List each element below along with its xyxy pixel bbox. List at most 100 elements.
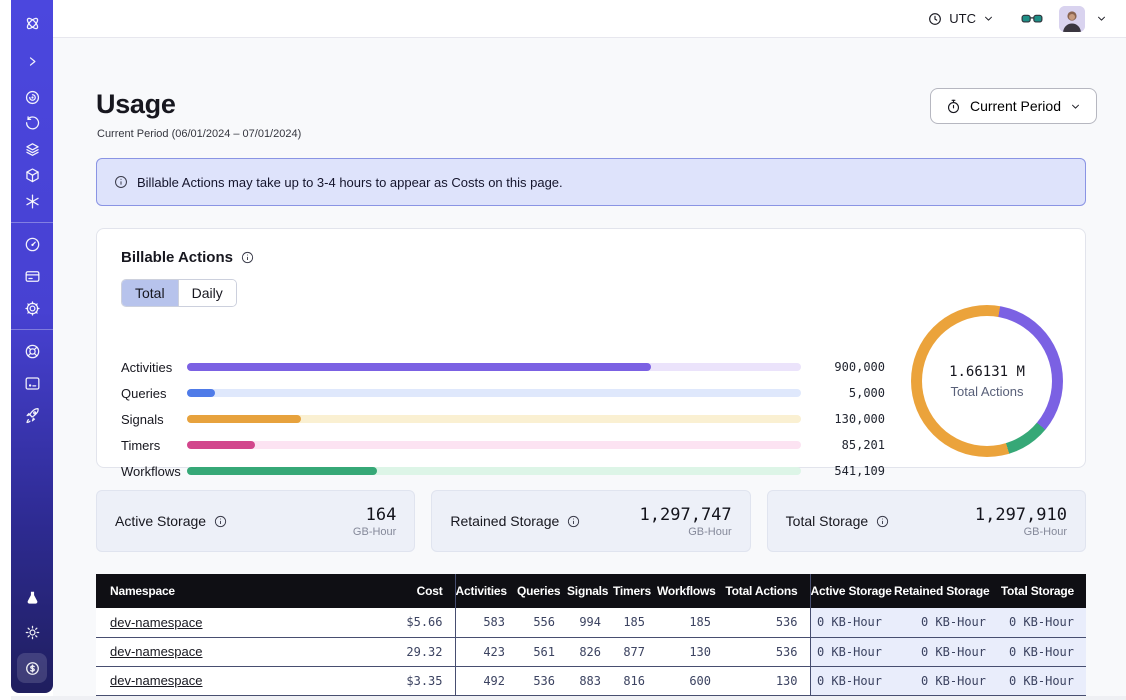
storage-card-active-storage: Active Storage164GB-Hour — [96, 490, 415, 552]
table-cell: 492 — [455, 666, 517, 695]
billable-bar-chart: Activities900,000 Queries 5,000 Signals 130,… — [121, 359, 885, 489]
table-cell: 883 — [567, 666, 613, 695]
bar-fill — [187, 415, 301, 423]
goggles-icon[interactable] — [1021, 11, 1043, 27]
docs-terminal-icon[interactable] — [11, 370, 53, 396]
table-row: dev-namespace29.324235618268771305360 KB… — [96, 637, 1086, 666]
tab-total[interactable]: Total — [122, 280, 179, 306]
tab-daily[interactable]: Daily — [179, 280, 236, 306]
namespaces-swirl-icon[interactable] — [11, 84, 53, 110]
column-header-timers: Timers — [613, 574, 657, 608]
column-header-retained-storage: Retained Storage — [894, 574, 998, 608]
table-row: dev-namespace$3.354925368838166001300 KB… — [96, 666, 1086, 695]
layers-icon[interactable] — [11, 136, 53, 162]
bar-value: 900,000 — [801, 360, 885, 374]
table-cell: 583 — [455, 608, 517, 637]
table-cell: 877 — [613, 637, 657, 666]
pricing-coin-icon[interactable] — [17, 653, 47, 683]
account-menu-chevron-icon[interactable] — [1095, 12, 1108, 25]
table-cell: 185 — [657, 608, 723, 637]
table-cell: 0 KB-Hour — [810, 637, 894, 666]
bar-row-queries: Queries 5,000 — [121, 385, 885, 401]
table-cell: 536 — [723, 637, 810, 666]
table-cell: 0 KB-Hour — [998, 666, 1086, 695]
namespace-link[interactable]: dev-namespace — [110, 644, 203, 659]
donut-total-value: 1.66131 M — [949, 364, 1025, 380]
bar-fill — [187, 363, 651, 371]
table-cell: 600 — [657, 666, 723, 695]
bar-track — [187, 389, 801, 397]
collapse-chevron-icon[interactable] — [11, 48, 53, 74]
table-cell: $3.35 — [366, 666, 455, 695]
table-cell: 994 — [567, 608, 613, 637]
banner-text: Billable Actions may take up to 3-4 hour… — [137, 175, 563, 190]
storage-card-value: 1,297,747 — [640, 505, 732, 525]
table-cell: 536 — [517, 666, 567, 695]
info-icon[interactable] — [240, 250, 255, 265]
table-cell: 185 — [613, 608, 657, 637]
storage-card-label: Total Storage — [786, 513, 869, 529]
sidebar-divider — [11, 329, 53, 330]
table-body: dev-namespace$5.665835569941851855360 KB… — [96, 608, 1086, 695]
namespace-link[interactable]: dev-namespace — [110, 615, 203, 630]
bar-row-activities: Activities900,000 — [121, 359, 885, 375]
history-clock-icon[interactable] — [11, 110, 53, 136]
usage-page: UTC Usage Current Period (06/01/2024 – 0… — [0, 0, 1126, 700]
table-cell: 0 KB-Hour — [810, 666, 894, 695]
column-header-signals: Signals — [567, 574, 613, 608]
table-cell: 0 KB-Hour — [894, 608, 998, 637]
bar-label: Queries — [121, 386, 187, 401]
bar-fill — [187, 441, 255, 449]
bar-row-signals: Signals 130,000 — [121, 411, 885, 427]
storage-card-retained-storage: Retained Storage1,297,747GB-Hour — [431, 490, 750, 552]
storage-card-label: Active Storage — [115, 513, 206, 529]
table-cell: 816 — [613, 666, 657, 695]
bar-track — [187, 467, 801, 475]
donut-center: 1.66131 M Total Actions — [911, 305, 1063, 457]
theme-sun-icon[interactable] — [11, 619, 53, 645]
support-lifebuoy-icon[interactable] — [11, 338, 53, 364]
period-select-button[interactable]: Current Period — [930, 88, 1097, 124]
column-header-active-storage: Active Storage — [810, 574, 894, 608]
settings-gear-icon[interactable] — [11, 295, 53, 321]
bar-label: Timers — [121, 438, 187, 453]
table-cell: 0 KB-Hour — [810, 608, 894, 637]
column-header-activities: Activities — [455, 574, 517, 608]
bar-value: 130,000 — [801, 412, 885, 426]
bar-label: Workflows — [121, 464, 187, 479]
window-bottom-edge — [11, 696, 1126, 700]
getting-started-rocket-icon[interactable] — [11, 402, 53, 428]
bar-track — [187, 415, 801, 423]
chevron-down-icon — [982, 12, 995, 25]
billing-card-icon[interactable] — [11, 263, 53, 289]
table-cell: $5.66 — [366, 608, 455, 637]
temporal-logo-icon[interactable] — [11, 10, 53, 36]
top-header: UTC — [53, 0, 1126, 38]
info-icon[interactable] — [875, 514, 890, 529]
namespace-usage-table: NamespaceCostActivitiesQueriesSignalsTim… — [96, 574, 1086, 700]
column-header-cost: Cost — [366, 574, 455, 608]
bar-label: Signals — [121, 412, 187, 427]
namespace-link[interactable]: dev-namespace — [110, 673, 203, 688]
user-avatar[interactable] — [1059, 6, 1085, 32]
usage-gauge-icon[interactable] — [11, 231, 53, 257]
table-cell: 29.32 — [366, 637, 455, 666]
info-icon[interactable] — [213, 514, 228, 529]
cube-icon[interactable] — [11, 162, 53, 188]
table-cell: 0 KB-Hour — [998, 608, 1086, 637]
storage-card-unit: GB-Hour — [975, 526, 1067, 538]
bar-value: 5,000 — [801, 386, 885, 400]
chevron-down-icon — [1069, 100, 1082, 113]
bar-value: 85,201 — [801, 438, 885, 452]
bar-track — [187, 441, 801, 449]
info-icon[interactable] — [566, 514, 581, 529]
info-icon — [113, 174, 129, 190]
timezone-selector[interactable]: UTC — [927, 11, 995, 27]
table-cell: 130 — [657, 637, 723, 666]
labs-flask-icon[interactable] — [11, 585, 53, 611]
table-header-row: NamespaceCostActivitiesQueriesSignalsTim… — [96, 574, 1086, 608]
bar-track — [187, 363, 801, 371]
billable-actions-title: Billable Actions — [121, 249, 1061, 266]
nexus-asterisk-icon[interactable] — [11, 188, 53, 214]
table-row: dev-namespace$5.665835569941851855360 KB… — [96, 608, 1086, 637]
